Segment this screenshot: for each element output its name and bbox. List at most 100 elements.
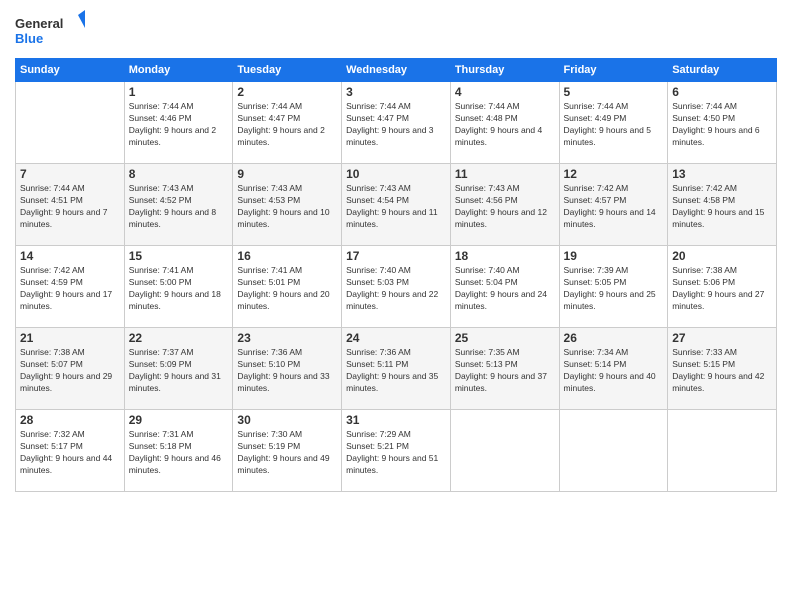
day-number: 12 [564,167,664,181]
weekday-header-monday: Monday [124,59,233,82]
day-number: 26 [564,331,664,345]
day-number: 5 [564,85,664,99]
day-info: Sunrise: 7:42 AMSunset: 4:59 PMDaylight:… [20,265,120,313]
weekday-header-row: SundayMondayTuesdayWednesdayThursdayFrid… [16,59,777,82]
day-info: Sunrise: 7:34 AMSunset: 5:14 PMDaylight:… [564,347,664,395]
day-info: Sunrise: 7:41 AMSunset: 5:00 PMDaylight:… [129,265,229,313]
day-cell: 9 Sunrise: 7:43 AMSunset: 4:53 PMDaylight… [233,164,342,246]
day-info: Sunrise: 7:35 AMSunset: 5:13 PMDaylight:… [455,347,555,395]
day-cell [450,410,559,492]
logo-svg: General Blue [15,10,85,50]
day-number: 4 [455,85,555,99]
svg-text:General: General [15,16,63,31]
weekday-header-saturday: Saturday [668,59,777,82]
day-info: Sunrise: 7:41 AMSunset: 5:01 PMDaylight:… [237,265,337,313]
day-number: 21 [20,331,120,345]
day-cell [559,410,668,492]
day-number: 1 [129,85,229,99]
week-row-4: 21 Sunrise: 7:38 AMSunset: 5:07 PMDayligh… [16,328,777,410]
day-number: 3 [346,85,446,99]
day-info: Sunrise: 7:40 AMSunset: 5:04 PMDaylight:… [455,265,555,313]
day-cell: 6Sunrise: 7:44 AMSunset: 4:50 PMDaylight… [668,82,777,164]
day-cell: 22 Sunrise: 7:37 AMSunset: 5:09 PMDayligh… [124,328,233,410]
day-info: Sunrise: 7:38 AMSunset: 5:06 PMDaylight:… [672,265,772,313]
day-info: Sunrise: 7:40 AMSunset: 5:03 PMDaylight:… [346,265,446,313]
day-number: 27 [672,331,772,345]
weekday-header-thursday: Thursday [450,59,559,82]
day-info: Sunrise: 7:43 AMSunset: 4:54 PMDaylight:… [346,183,446,231]
day-number: 2 [237,85,337,99]
day-number: 7 [20,167,120,181]
day-number: 11 [455,167,555,181]
day-info: Sunrise: 7:36 AMSunset: 5:11 PMDaylight:… [346,347,446,395]
day-cell: 1 Sunrise: 7:44 AMSunset: 4:46 PMDaylight… [124,82,233,164]
week-row-2: 7 Sunrise: 7:44 AMSunset: 4:51 PMDaylight… [16,164,777,246]
calendar-container: General Blue SundayMondayTuesdayWednesda… [0,0,792,612]
calendar-table: SundayMondayTuesdayWednesdayThursdayFrid… [15,58,777,492]
day-cell: 17Sunrise: 7:40 AMSunset: 5:03 PMDayligh… [342,246,451,328]
day-number: 24 [346,331,446,345]
day-cell: 24 Sunrise: 7:36 AMSunset: 5:11 PMDayligh… [342,328,451,410]
day-cell: 11 Sunrise: 7:43 AMSunset: 4:56 PMDayligh… [450,164,559,246]
day-number: 8 [129,167,229,181]
day-cell: 12Sunrise: 7:42 AMSunset: 4:57 PMDayligh… [559,164,668,246]
day-number: 18 [455,249,555,263]
day-number: 22 [129,331,229,345]
day-info: Sunrise: 7:43 AMSunset: 4:56 PMDaylight:… [455,183,555,231]
day-number: 9 [237,167,337,181]
day-cell: 27Sunrise: 7:33 AMSunset: 5:15 PMDayligh… [668,328,777,410]
day-info: Sunrise: 7:36 AMSunset: 5:10 PMDaylight:… [237,347,337,395]
day-number: 20 [672,249,772,263]
day-info: Sunrise: 7:30 AMSunset: 5:19 PMDaylight:… [237,429,337,477]
weekday-header-wednesday: Wednesday [342,59,451,82]
day-number: 14 [20,249,120,263]
day-info: Sunrise: 7:39 AMSunset: 5:05 PMDaylight:… [564,265,664,313]
day-number: 16 [237,249,337,263]
day-info: Sunrise: 7:44 AMSunset: 4:47 PMDaylight:… [346,101,446,149]
day-cell: 7 Sunrise: 7:44 AMSunset: 4:51 PMDaylight… [16,164,125,246]
week-row-1: 1 Sunrise: 7:44 AMSunset: 4:46 PMDaylight… [16,82,777,164]
day-cell: 13 Sunrise: 7:42 AMSunset: 4:58 PMDayligh… [668,164,777,246]
day-info: Sunrise: 7:44 AMSunset: 4:49 PMDaylight:… [564,101,664,149]
day-cell: 10Sunrise: 7:43 AMSunset: 4:54 PMDayligh… [342,164,451,246]
day-cell: 2 Sunrise: 7:44 AMSunset: 4:47 PMDaylight… [233,82,342,164]
day-number: 28 [20,413,120,427]
day-cell: 25 Sunrise: 7:35 AMSunset: 5:13 PMDayligh… [450,328,559,410]
week-row-3: 14 Sunrise: 7:42 AMSunset: 4:59 PMDayligh… [16,246,777,328]
day-number: 19 [564,249,664,263]
day-number: 30 [237,413,337,427]
weekday-header-sunday: Sunday [16,59,125,82]
day-number: 25 [455,331,555,345]
day-info: Sunrise: 7:29 AMSunset: 5:21 PMDaylight:… [346,429,446,477]
day-cell [668,410,777,492]
day-number: 23 [237,331,337,345]
weekday-header-tuesday: Tuesday [233,59,342,82]
day-info: Sunrise: 7:38 AMSunset: 5:07 PMDaylight:… [20,347,120,395]
day-cell: 5 Sunrise: 7:44 AMSunset: 4:49 PMDaylight… [559,82,668,164]
day-info: Sunrise: 7:37 AMSunset: 5:09 PMDaylight:… [129,347,229,395]
day-info: Sunrise: 7:44 AMSunset: 4:46 PMDaylight:… [129,101,229,149]
day-info: Sunrise: 7:42 AMSunset: 4:58 PMDaylight:… [672,183,772,231]
header: General Blue [15,10,777,50]
logo: General Blue [15,10,85,50]
day-number: 15 [129,249,229,263]
day-info: Sunrise: 7:43 AMSunset: 4:52 PMDaylight:… [129,183,229,231]
day-info: Sunrise: 7:43 AMSunset: 4:53 PMDaylight:… [237,183,337,231]
day-cell: 28 Sunrise: 7:32 AMSunset: 5:17 PMDayligh… [16,410,125,492]
day-cell: 16 Sunrise: 7:41 AMSunset: 5:01 PMDayligh… [233,246,342,328]
day-cell: 19 Sunrise: 7:39 AMSunset: 5:05 PMDayligh… [559,246,668,328]
day-info: Sunrise: 7:44 AMSunset: 4:47 PMDaylight:… [237,101,337,149]
day-cell: 20 Sunrise: 7:38 AMSunset: 5:06 PMDayligh… [668,246,777,328]
day-cell: 29Sunrise: 7:31 AMSunset: 5:18 PMDayligh… [124,410,233,492]
day-number: 13 [672,167,772,181]
day-cell: 8 Sunrise: 7:43 AMSunset: 4:52 PMDaylight… [124,164,233,246]
day-info: Sunrise: 7:44 AMSunset: 4:51 PMDaylight:… [20,183,120,231]
day-cell: 23 Sunrise: 7:36 AMSunset: 5:10 PMDayligh… [233,328,342,410]
weekday-header-friday: Friday [559,59,668,82]
week-row-5: 28 Sunrise: 7:32 AMSunset: 5:17 PMDayligh… [16,410,777,492]
day-info: Sunrise: 7:32 AMSunset: 5:17 PMDaylight:… [20,429,120,477]
svg-text:Blue: Blue [15,31,43,46]
day-cell [16,82,125,164]
day-cell: 30 Sunrise: 7:30 AMSunset: 5:19 PMDayligh… [233,410,342,492]
day-cell: 26 Sunrise: 7:34 AMSunset: 5:14 PMDayligh… [559,328,668,410]
